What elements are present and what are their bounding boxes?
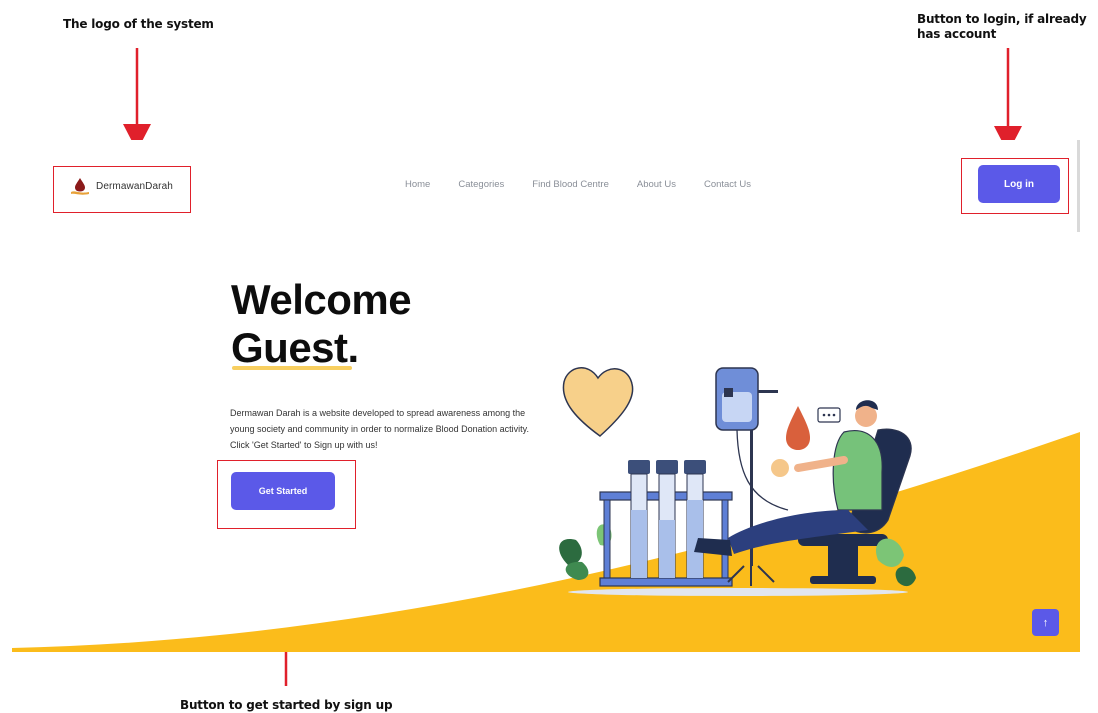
scroll-to-top-button[interactable]: ↑ — [1032, 609, 1059, 636]
nav-find-blood-centre[interactable]: Find Blood Centre — [532, 179, 609, 190]
blood-drop-icon — [786, 406, 810, 450]
annotation-get-started: Button to get started by sign up — [180, 698, 393, 712]
main-nav: Home Categories Find Blood Centre About … — [405, 179, 779, 190]
highlight-login — [961, 158, 1069, 214]
nav-about-us[interactable]: About Us — [637, 179, 676, 190]
nav-categories[interactable]: Categories — [458, 179, 504, 190]
hero-title-line1: Welcome — [231, 276, 412, 323]
annotation-login: Button to login, if already has account — [917, 12, 1087, 41]
heart-icon — [562, 367, 634, 437]
hero-title-line2: Guest. — [231, 324, 359, 371]
annotation-arrow-down-icon — [994, 48, 1022, 153]
nav-home[interactable]: Home — [405, 179, 430, 190]
hero-title-line2-wrap: Guest. — [231, 324, 359, 372]
landing-page: DermawanDarah Home Categories Find Blood… — [12, 140, 1080, 652]
hero-title: Welcome Guest. — [231, 276, 412, 372]
annotation-arrow-down-icon — [123, 48, 151, 151]
nav-contact-us[interactable]: Contact Us — [704, 179, 751, 190]
annotation-logo: The logo of the system — [63, 17, 214, 31]
blood-donation-illustration — [559, 367, 916, 596]
scrollbar[interactable] — [1077, 140, 1080, 232]
hero-description: Dermawan Darah is a website developed to… — [230, 408, 529, 450]
highlight-get-started — [217, 460, 356, 529]
arrow-up-icon: ↑ — [1042, 616, 1049, 629]
highlight-logo — [53, 166, 191, 213]
